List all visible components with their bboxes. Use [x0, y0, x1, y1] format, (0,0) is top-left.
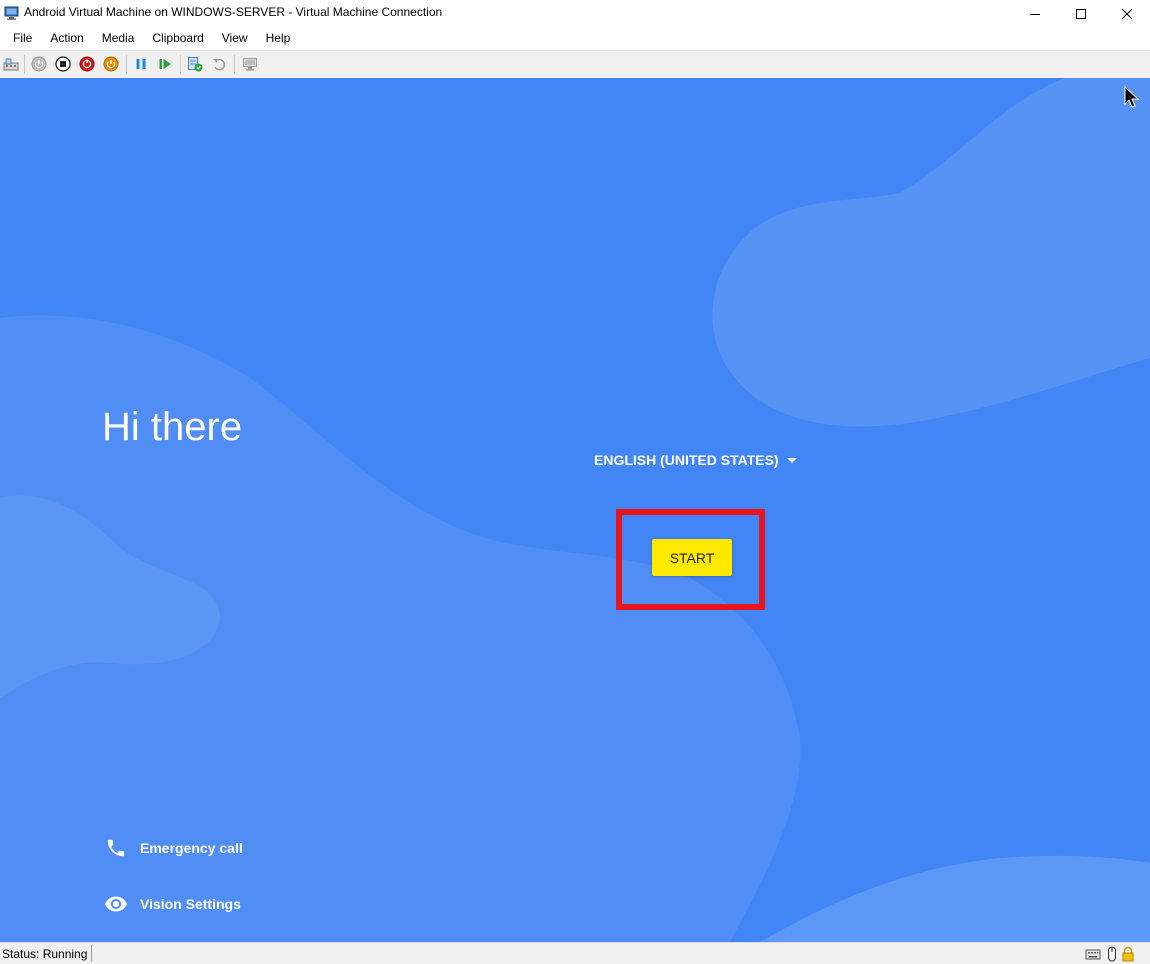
phone-icon	[104, 836, 128, 860]
status-separator	[91, 945, 92, 962]
turn-off-icon[interactable]	[55, 56, 71, 72]
menu-file[interactable]: File	[0, 27, 41, 50]
ctrl-alt-del-icon[interactable]	[3, 56, 19, 72]
background-waves	[0, 78, 1150, 942]
maximize-button[interactable]	[1058, 0, 1104, 27]
close-icon	[1122, 8, 1132, 19]
eye-icon	[104, 892, 128, 916]
toolbar-separator	[126, 55, 127, 74]
language-selector[interactable]: ENGLISH (UNITED STATES)	[594, 452, 797, 468]
toolbar	[0, 50, 1150, 78]
menu-bar: File Action Media Clipboard View Help	[0, 27, 1150, 50]
mouse-pointer-icon	[1124, 86, 1140, 108]
checkpoint-icon[interactable]	[187, 56, 203, 72]
vision-settings-button[interactable]: Vision Settings	[104, 892, 241, 916]
minimize-icon	[1030, 13, 1040, 15]
lock-icon	[1122, 946, 1134, 962]
android-screen[interactable]: Hi there ENGLISH (UNITED STATES) START E…	[0, 78, 1150, 942]
mouse-icon	[1108, 946, 1116, 962]
language-label: ENGLISH (UNITED STATES)	[594, 452, 779, 468]
pause-icon[interactable]	[133, 56, 149, 72]
vm-connection-window: Android Virtual Machine on WINDOWS-SERVE…	[0, 0, 1150, 964]
revert-icon[interactable]	[211, 56, 227, 72]
toolbar-separator	[24, 55, 25, 74]
shut-down-icon[interactable]	[79, 56, 95, 72]
status-bar: Status: Running	[0, 942, 1150, 964]
menu-view[interactable]: View	[213, 27, 257, 50]
title-bar: Android Virtual Machine on WINDOWS-SERVE…	[0, 0, 1150, 27]
maximize-icon	[1076, 8, 1086, 19]
enhanced-session-icon[interactable]	[242, 56, 258, 72]
start-icon[interactable]	[31, 56, 47, 72]
resume-icon[interactable]	[157, 56, 173, 72]
vm-connection-icon	[4, 6, 19, 20]
emergency-call-label: Emergency call	[140, 840, 243, 856]
keyboard-icon	[1085, 949, 1101, 960]
menu-media[interactable]: Media	[93, 27, 144, 50]
dropdown-caret-icon	[786, 457, 797, 463]
toolbar-separator	[180, 55, 181, 74]
menu-action[interactable]: Action	[41, 27, 92, 50]
close-button[interactable]	[1104, 0, 1150, 27]
minimize-button[interactable]	[1012, 0, 1058, 27]
window-title: Android Virtual Machine on WINDOWS-SERVE…	[24, 5, 443, 19]
emergency-call-button[interactable]: Emergency call	[104, 836, 243, 860]
start-button[interactable]: START	[652, 539, 732, 576]
menu-help[interactable]: Help	[257, 27, 300, 50]
vision-settings-label: Vision Settings	[140, 896, 241, 912]
menu-clipboard[interactable]: Clipboard	[143, 27, 212, 50]
greeting-heading: Hi there	[102, 405, 243, 449]
toolbar-separator	[234, 55, 235, 74]
save-icon[interactable]	[103, 56, 119, 72]
status-text: Status: Running	[2, 947, 88, 961]
